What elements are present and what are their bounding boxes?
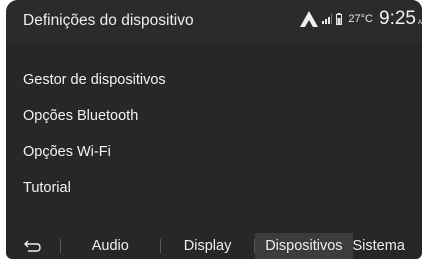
clock-ampm: A [417, 20, 422, 26]
clock: 9:25 [379, 8, 416, 29]
tab-devices[interactable]: Dispositivos [255, 233, 353, 259]
status-bar: 27°C 9:25 A [300, 8, 422, 30]
tab-display[interactable]: Display [161, 233, 254, 259]
bottom-tab-bar: Audio Display Dispositivos Sistema [6, 233, 422, 259]
temperature-readout: 27°C [348, 13, 373, 25]
back-arrow-icon [23, 240, 41, 252]
android-auto-icon[interactable] [300, 11, 319, 27]
back-button[interactable] [6, 233, 60, 259]
tab-system[interactable]: Sistema [353, 233, 422, 259]
signal-icon [322, 14, 333, 24]
menu-item-device-manager[interactable]: Gestor de dispositivos [6, 62, 422, 98]
settings-menu: Gestor de dispositivos Opções Bluetooth … [6, 62, 422, 206]
menu-item-tutorial[interactable]: Tutorial [6, 170, 422, 206]
tab-audio[interactable]: Audio [61, 233, 160, 259]
device-settings-screen: Definições do dispositivo 27°C 9:25 A Ge… [6, 0, 422, 259]
menu-item-bluetooth-options[interactable]: Opções Bluetooth [6, 98, 422, 134]
header-bar: Definições do dispositivo 27°C 9:25 A [6, 0, 422, 42]
page-title: Definições do dispositivo [23, 12, 194, 29]
battery-icon [336, 13, 343, 25]
menu-item-wifi-options[interactable]: Opções Wi-Fi [6, 134, 422, 170]
